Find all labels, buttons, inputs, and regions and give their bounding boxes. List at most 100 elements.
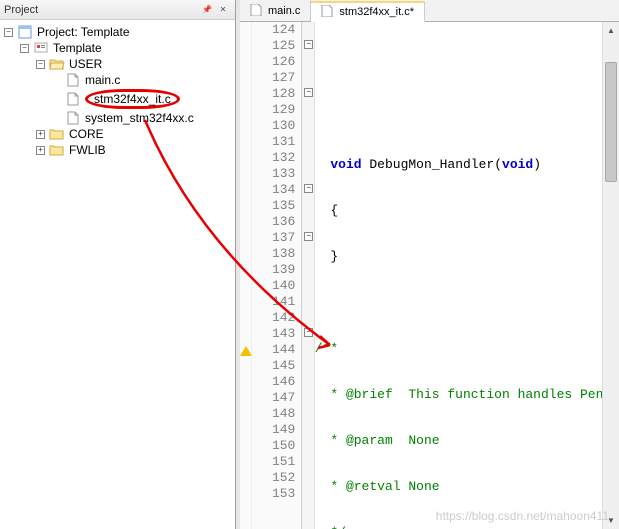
tree-file-sys[interactable]: system_stm32f4xx.c xyxy=(0,110,235,126)
line-number: 134 xyxy=(252,182,295,198)
fold-toggle[interactable]: − xyxy=(304,88,313,97)
spacer xyxy=(52,76,61,85)
tree-label: USER xyxy=(69,57,102,71)
pin-icon[interactable]: 📌 xyxy=(199,3,215,17)
line-number: 151 xyxy=(252,454,295,470)
scroll-thumb[interactable] xyxy=(605,62,617,182)
line-number: 137 xyxy=(252,230,295,246)
line-number: 128 xyxy=(252,86,295,102)
editor-tabs: main.c stm32f4xx_it.c* xyxy=(240,0,619,22)
line-number: 124 xyxy=(252,22,295,38)
code-line: */ xyxy=(315,525,619,529)
line-number: 153 xyxy=(252,486,295,502)
tree-label: main.c xyxy=(85,73,120,87)
expand-icon[interactable]: + xyxy=(36,146,45,155)
tab-label: main.c xyxy=(268,5,300,17)
code-line: void DebugMon_Handler(void) xyxy=(315,157,619,173)
fold-gutter: − − − − − xyxy=(302,22,314,529)
warning-gutter xyxy=(240,22,252,529)
fold-toggle[interactable]: − xyxy=(304,184,313,193)
file-icon xyxy=(321,5,335,19)
tree-label-highlighted: stm32f4xx_it.c xyxy=(85,89,180,109)
scroll-up-arrow[interactable]: ▲ xyxy=(603,22,619,39)
line-number: 130 xyxy=(252,118,295,134)
tree-root[interactable]: − Project: Template xyxy=(0,24,235,40)
spacer xyxy=(52,114,61,123)
close-icon[interactable]: ✕ xyxy=(215,3,231,17)
line-number: 132 xyxy=(252,150,295,166)
file-icon xyxy=(65,92,81,106)
code-body[interactable]: void DebugMon_Handler(void) { } /** * @b… xyxy=(315,22,619,529)
tree-label: Template xyxy=(53,41,102,55)
file-icon xyxy=(65,111,81,125)
project-icon xyxy=(17,25,33,39)
tree-file-main[interactable]: main.c xyxy=(0,72,235,88)
line-number: 127 xyxy=(252,70,295,86)
line-number: 148 xyxy=(252,406,295,422)
tree-label: Project: Template xyxy=(37,25,130,39)
line-number: 144 xyxy=(252,342,295,358)
tree-fwlib-folder[interactable]: + FWLIB xyxy=(0,142,235,158)
tree-user-folder[interactable]: − USER xyxy=(0,56,235,72)
line-number: 125 xyxy=(252,38,295,54)
spacer xyxy=(52,95,61,104)
project-tree: − Project: Template − Template − USER ma… xyxy=(0,20,235,158)
folder-open-icon xyxy=(49,57,65,71)
folder-closed-icon xyxy=(49,143,65,157)
line-number: 126 xyxy=(252,54,295,70)
collapse-icon[interactable]: − xyxy=(4,28,13,37)
line-number: 146 xyxy=(252,374,295,390)
warning-icon[interactable] xyxy=(240,346,252,356)
tree-core-folder[interactable]: + CORE xyxy=(0,126,235,142)
code-line: } xyxy=(315,249,619,265)
tree-label: system_stm32f4xx.c xyxy=(85,111,194,125)
fold-toggle[interactable]: − xyxy=(304,328,313,337)
code-line: * @retval None xyxy=(315,479,619,495)
line-number: 136 xyxy=(252,214,295,230)
fold-toggle[interactable]: − xyxy=(304,40,313,49)
fold-toggle[interactable]: − xyxy=(304,232,313,241)
line-number: 142 xyxy=(252,310,295,326)
tree-file-it[interactable]: stm32f4xx_it.c xyxy=(0,88,235,110)
line-number: 139 xyxy=(252,262,295,278)
line-number: 147 xyxy=(252,390,295,406)
tree-label: CORE xyxy=(69,127,104,141)
line-number: 145 xyxy=(252,358,295,374)
line-number: 135 xyxy=(252,198,295,214)
project-panel: Project 📌 ✕ − Project: Template − Templa… xyxy=(0,0,236,529)
collapse-icon[interactable]: − xyxy=(36,60,45,69)
code-line: * @brief This function handles Pen xyxy=(315,387,619,403)
tree-template[interactable]: − Template xyxy=(0,40,235,56)
line-number: 149 xyxy=(252,422,295,438)
editor-panel: main.c stm32f4xx_it.c* 124 125 126 127 1… xyxy=(236,0,619,529)
code-line: * @param None xyxy=(315,433,619,449)
line-number-gutter: 124 125 126 127 128 129 130 131 132 133 … xyxy=(252,22,302,529)
tab-stm32f4xx-it-c[interactable]: stm32f4xx_it.c* xyxy=(311,1,425,22)
folder-closed-icon xyxy=(49,127,65,141)
line-number: 143 xyxy=(252,326,295,342)
target-icon xyxy=(33,41,49,55)
line-number: 141 xyxy=(252,294,295,310)
line-number: 152 xyxy=(252,470,295,486)
panel-header: Project 📌 ✕ xyxy=(0,0,235,20)
panel-title: Project xyxy=(4,4,199,16)
code-line: { xyxy=(315,203,619,219)
line-number: 129 xyxy=(252,102,295,118)
line-number: 131 xyxy=(252,134,295,150)
line-number: 133 xyxy=(252,166,295,182)
file-icon xyxy=(65,73,81,87)
code-line: /** xyxy=(315,341,619,357)
line-number: 138 xyxy=(252,246,295,262)
vertical-scrollbar[interactable]: ▲ ▼ xyxy=(602,22,619,529)
tab-main-c[interactable]: main.c xyxy=(240,0,311,21)
file-icon xyxy=(250,4,264,18)
collapse-icon[interactable]: − xyxy=(20,44,29,53)
tree-label: FWLIB xyxy=(69,143,106,157)
line-number: 150 xyxy=(252,438,295,454)
expand-icon[interactable]: + xyxy=(36,130,45,139)
scroll-down-arrow[interactable]: ▼ xyxy=(603,512,619,529)
code-line xyxy=(315,295,619,311)
code-area[interactable]: 124 125 126 127 128 129 130 131 132 133 … xyxy=(240,22,619,529)
line-number: 140 xyxy=(252,278,295,294)
tab-label: stm32f4xx_it.c* xyxy=(339,6,414,18)
